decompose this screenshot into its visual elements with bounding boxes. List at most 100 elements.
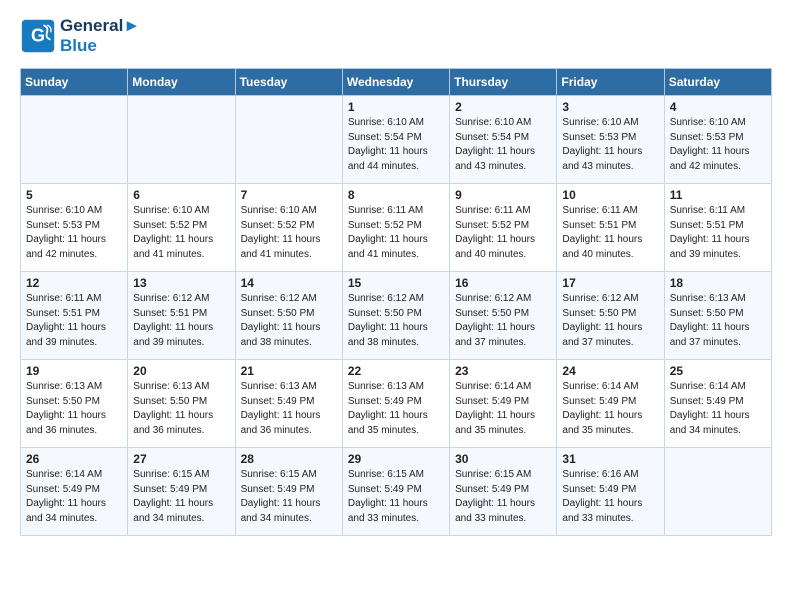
calendar-cell: 6Sunrise: 6:10 AM Sunset: 5:52 PM Daylig…	[128, 184, 235, 272]
day-number: 1	[348, 100, 444, 114]
day-number: 26	[26, 452, 122, 466]
calendar-page: G General► Blue SundayMondayTuesdayWedne…	[0, 0, 792, 552]
day-number: 12	[26, 276, 122, 290]
calendar-table: SundayMondayTuesdayWednesdayThursdayFrid…	[20, 68, 772, 536]
day-info: Sunrise: 6:10 AM Sunset: 5:53 PM Dayligh…	[670, 116, 766, 174]
day-number: 22	[348, 364, 444, 378]
day-number: 31	[562, 452, 658, 466]
day-info: Sunrise: 6:16 AM Sunset: 5:49 PM Dayligh…	[562, 468, 658, 526]
day-info: Sunrise: 6:14 AM Sunset: 5:49 PM Dayligh…	[670, 380, 766, 438]
week-row-4: 19 Sunrise: 6:13 AM Sunset: 5:50 PM Dayli…	[21, 360, 772, 448]
calendar-cell: 25 Sunrise: 6:14 AM Sunset: 5:49 PM Dayli…	[664, 360, 771, 448]
calendar-cell: 8 Sunrise: 6:11 AM Sunset: 5:52 PM Daylig…	[342, 184, 449, 272]
calendar-cell	[664, 448, 771, 536]
calendar-cell: 11 Sunrise: 6:11 AM Sunset: 5:51 PM Dayli…	[664, 184, 771, 272]
calendar-cell: 3 Sunrise: 6:10 AM Sunset: 5:53 PM Daylig…	[557, 96, 664, 184]
week-row-5: 26 Sunrise: 6:14 AM Sunset: 5:49 PM Dayli…	[21, 448, 772, 536]
calendar-cell: 29 Sunrise: 6:15 AM Sunset: 5:49 PM Dayli…	[342, 448, 449, 536]
calendar-cell: 1 Sunrise: 6:10 AM Sunset: 5:54 PM Daylig…	[342, 96, 449, 184]
day-number: 14	[241, 276, 337, 290]
day-info: Sunrise: 6:14 AM Sunset: 5:49 PM Dayligh…	[562, 380, 658, 438]
day-info: Sunrise: 6:11 AM Sunset: 5:51 PM Dayligh…	[26, 292, 122, 350]
day-number: 15	[348, 276, 444, 290]
week-row-2: 5Sunrise: 6:10 AM Sunset: 5:53 PM Daylig…	[21, 184, 772, 272]
day-number: 13	[133, 276, 229, 290]
calendar-cell: 28 Sunrise: 6:15 AM Sunset: 5:49 PM Dayli…	[235, 448, 342, 536]
day-number: 20	[133, 364, 229, 378]
calendar-cell: 30Sunrise: 6:15 AM Sunset: 5:49 PM Dayli…	[450, 448, 557, 536]
day-number: 25	[670, 364, 766, 378]
weekday-header-monday: Monday	[128, 69, 235, 96]
day-info: Sunrise: 6:11 AM Sunset: 5:51 PM Dayligh…	[670, 204, 766, 262]
day-number: 8	[348, 188, 444, 202]
header: G General► Blue	[20, 16, 772, 56]
day-info: Sunrise: 6:13 AM Sunset: 5:50 PM Dayligh…	[133, 380, 229, 438]
calendar-cell: 17Sunrise: 6:12 AM Sunset: 5:50 PM Dayli…	[557, 272, 664, 360]
calendar-cell: 13 Sunrise: 6:12 AM Sunset: 5:51 PM Dayli…	[128, 272, 235, 360]
calendar-cell: 16Sunrise: 6:12 AM Sunset: 5:50 PM Dayli…	[450, 272, 557, 360]
calendar-cell: 26 Sunrise: 6:14 AM Sunset: 5:49 PM Dayli…	[21, 448, 128, 536]
calendar-cell	[21, 96, 128, 184]
day-number: 11	[670, 188, 766, 202]
calendar-cell: 7Sunrise: 6:10 AM Sunset: 5:52 PM Daylig…	[235, 184, 342, 272]
day-info: Sunrise: 6:12 AM Sunset: 5:50 PM Dayligh…	[348, 292, 444, 350]
calendar-cell	[128, 96, 235, 184]
week-row-3: 12 Sunrise: 6:11 AM Sunset: 5:51 PM Dayli…	[21, 272, 772, 360]
day-info: Sunrise: 6:13 AM Sunset: 5:49 PM Dayligh…	[241, 380, 337, 438]
weekday-header-row: SundayMondayTuesdayWednesdayThursdayFrid…	[21, 69, 772, 96]
week-row-1: 1 Sunrise: 6:10 AM Sunset: 5:54 PM Daylig…	[21, 96, 772, 184]
calendar-cell: 19 Sunrise: 6:13 AM Sunset: 5:50 PM Dayli…	[21, 360, 128, 448]
day-info: Sunrise: 6:13 AM Sunset: 5:50 PM Dayligh…	[670, 292, 766, 350]
day-number: 24	[562, 364, 658, 378]
day-info: Sunrise: 6:12 AM Sunset: 5:50 PM Dayligh…	[241, 292, 337, 350]
day-number: 3	[562, 100, 658, 114]
day-info: Sunrise: 6:10 AM Sunset: 5:54 PM Dayligh…	[455, 116, 551, 174]
calendar-cell: 24 Sunrise: 6:14 AM Sunset: 5:49 PM Dayli…	[557, 360, 664, 448]
day-number: 18	[670, 276, 766, 290]
weekday-header-saturday: Saturday	[664, 69, 771, 96]
day-info: Sunrise: 6:11 AM Sunset: 5:52 PM Dayligh…	[455, 204, 551, 262]
day-info: Sunrise: 6:11 AM Sunset: 5:51 PM Dayligh…	[562, 204, 658, 262]
day-number: 16	[455, 276, 551, 290]
calendar-cell	[235, 96, 342, 184]
calendar-cell: 12 Sunrise: 6:11 AM Sunset: 5:51 PM Dayli…	[21, 272, 128, 360]
logo: G General► Blue	[20, 16, 140, 56]
calendar-cell: 9 Sunrise: 6:11 AM Sunset: 5:52 PM Daylig…	[450, 184, 557, 272]
day-number: 19	[26, 364, 122, 378]
day-number: 17	[562, 276, 658, 290]
day-number: 29	[348, 452, 444, 466]
calendar-cell: 20 Sunrise: 6:13 AM Sunset: 5:50 PM Dayli…	[128, 360, 235, 448]
day-info: Sunrise: 6:13 AM Sunset: 5:50 PM Dayligh…	[26, 380, 122, 438]
calendar-cell: 27Sunrise: 6:15 AM Sunset: 5:49 PM Dayli…	[128, 448, 235, 536]
day-number: 9	[455, 188, 551, 202]
day-info: Sunrise: 6:14 AM Sunset: 5:49 PM Dayligh…	[26, 468, 122, 526]
day-number: 21	[241, 364, 337, 378]
day-info: Sunrise: 6:12 AM Sunset: 5:51 PM Dayligh…	[133, 292, 229, 350]
day-info: Sunrise: 6:10 AM Sunset: 5:53 PM Dayligh…	[562, 116, 658, 174]
day-number: 23	[455, 364, 551, 378]
day-info: Sunrise: 6:11 AM Sunset: 5:52 PM Dayligh…	[348, 204, 444, 262]
calendar-cell: 5Sunrise: 6:10 AM Sunset: 5:53 PM Daylig…	[21, 184, 128, 272]
weekday-header-wednesday: Wednesday	[342, 69, 449, 96]
day-info: Sunrise: 6:15 AM Sunset: 5:49 PM Dayligh…	[241, 468, 337, 526]
weekday-header-friday: Friday	[557, 69, 664, 96]
calendar-cell: 23 Sunrise: 6:14 AM Sunset: 5:49 PM Dayli…	[450, 360, 557, 448]
day-info: Sunrise: 6:15 AM Sunset: 5:49 PM Dayligh…	[348, 468, 444, 526]
day-number: 28	[241, 452, 337, 466]
calendar-cell: 31 Sunrise: 6:16 AM Sunset: 5:49 PM Dayli…	[557, 448, 664, 536]
day-info: Sunrise: 6:10 AM Sunset: 5:54 PM Dayligh…	[348, 116, 444, 174]
day-number: 6	[133, 188, 229, 202]
calendar-cell: 14 Sunrise: 6:12 AM Sunset: 5:50 PM Dayli…	[235, 272, 342, 360]
calendar-cell: 10 Sunrise: 6:11 AM Sunset: 5:51 PM Dayli…	[557, 184, 664, 272]
day-info: Sunrise: 6:15 AM Sunset: 5:49 PM Dayligh…	[133, 468, 229, 526]
day-number: 10	[562, 188, 658, 202]
weekday-header-thursday: Thursday	[450, 69, 557, 96]
calendar-cell: 22Sunrise: 6:13 AM Sunset: 5:49 PM Dayli…	[342, 360, 449, 448]
day-info: Sunrise: 6:14 AM Sunset: 5:49 PM Dayligh…	[455, 380, 551, 438]
day-number: 5	[26, 188, 122, 202]
calendar-cell: 21 Sunrise: 6:13 AM Sunset: 5:49 PM Dayli…	[235, 360, 342, 448]
calendar-cell: 18 Sunrise: 6:13 AM Sunset: 5:50 PM Dayli…	[664, 272, 771, 360]
day-number: 2	[455, 100, 551, 114]
calendar-cell: 4Sunrise: 6:10 AM Sunset: 5:53 PM Daylig…	[664, 96, 771, 184]
logo-icon: G	[20, 18, 56, 54]
